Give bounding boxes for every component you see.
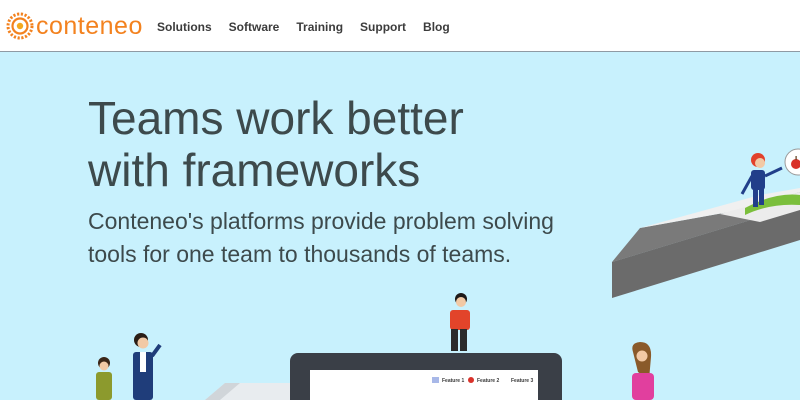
feature-2-label: Feature 2 (477, 378, 499, 384)
hero-illustration: Feature 1 Feature 2 Feature 3 (96, 148, 800, 400)
man-red-shirt-figure (450, 293, 470, 351)
feature-1-square-icon (432, 377, 439, 383)
woman-green-top-figure (96, 357, 112, 400)
feature-1-label: Feature 1 (442, 378, 464, 384)
platform-slab-illustration (612, 188, 800, 298)
laptop-illustration (205, 383, 295, 400)
feature-3-label: Feature 3 (511, 378, 533, 384)
feature-2-apple-icon (468, 377, 474, 383)
monitor-screen-illustration: Feature 1 Feature 2 Feature 3 (290, 353, 562, 400)
woman-pink-top-figure (632, 342, 654, 400)
apple-speech-bubble-icon (784, 148, 800, 176)
man-on-phone-figure (133, 333, 162, 400)
hero-title: Teams work better with frameworks (88, 92, 464, 196)
hero-subtitle: Conteneo's platforms provide problem sol… (88, 208, 554, 267)
